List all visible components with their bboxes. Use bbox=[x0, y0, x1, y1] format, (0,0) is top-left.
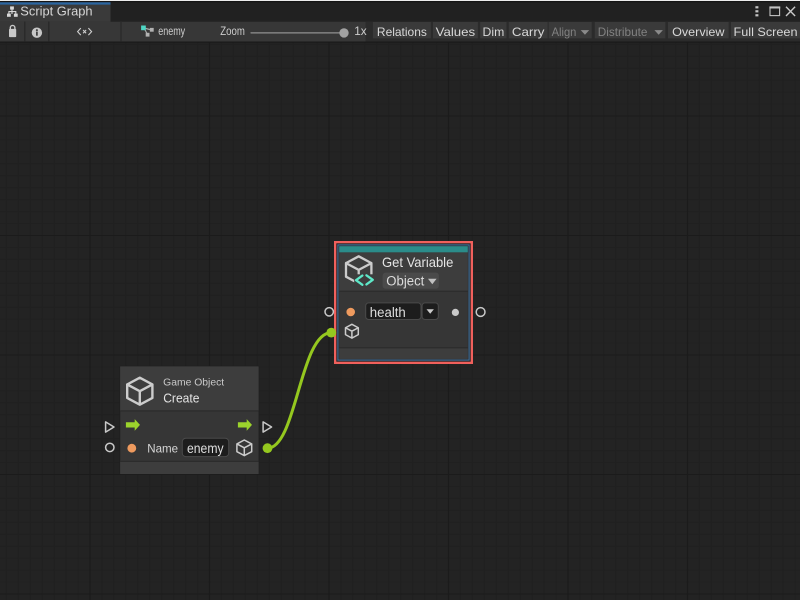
svg-text:Name: Name bbox=[147, 442, 178, 456]
svg-text:Overview: Overview bbox=[672, 26, 725, 39]
svg-text:Dim: Dim bbox=[483, 26, 505, 39]
svg-text:Full Screen: Full Screen bbox=[734, 26, 798, 39]
svg-text:Values: Values bbox=[436, 26, 476, 39]
svg-text:Get Variable: Get Variable bbox=[382, 254, 453, 270]
svg-text:Object: Object bbox=[386, 273, 424, 288]
svg-text:Align: Align bbox=[552, 26, 577, 39]
svg-text:Create: Create bbox=[163, 390, 199, 405]
svg-text:enemy: enemy bbox=[187, 441, 224, 456]
svg-text:Carry: Carry bbox=[512, 26, 545, 39]
svg-text:Zoom: Zoom bbox=[220, 24, 245, 38]
svg-text:Script Graph: Script Graph bbox=[20, 5, 92, 19]
svg-text:Game Object: Game Object bbox=[163, 377, 224, 388]
svg-text:Relations: Relations bbox=[377, 26, 427, 39]
svg-text:enemy: enemy bbox=[158, 24, 185, 38]
svg-text:1x: 1x bbox=[354, 24, 367, 38]
svg-text:Distribute: Distribute bbox=[598, 26, 648, 39]
svg-text:health: health bbox=[370, 305, 406, 320]
